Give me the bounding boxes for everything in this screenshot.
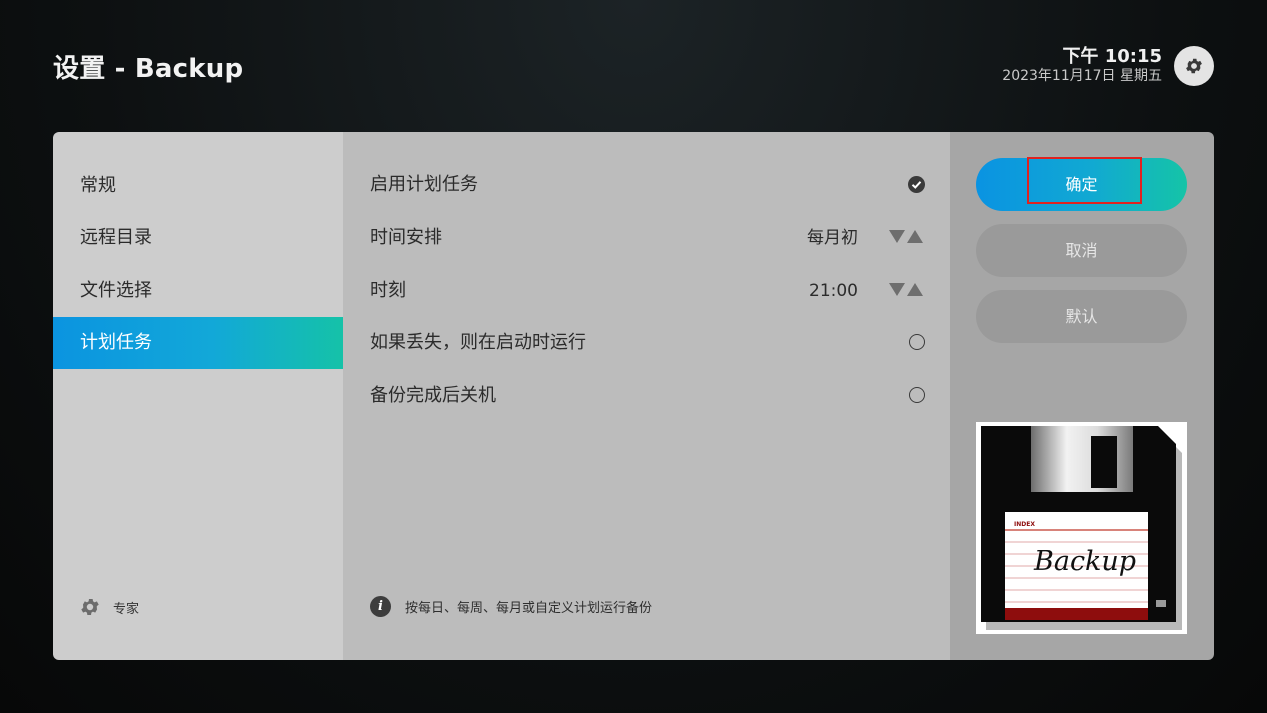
page-title: 设置 - Backup <box>53 54 244 84</box>
cancel-button[interactable]: 取消 <box>976 224 1187 277</box>
option-shutdown-after-backup[interactable]: 备份完成后关机 <box>343 370 950 422</box>
settings-button[interactable] <box>1174 46 1214 86</box>
settings-panel: 常规 远程目录 文件选择 计划任务 专家 启用计划任务 时间安排 每月初 时刻 … <box>53 132 1214 660</box>
checkbox-checked[interactable] <box>908 176 925 193</box>
gear-icon <box>1186 58 1202 74</box>
info-icon: i <box>370 596 391 617</box>
option-enable-schedule[interactable]: 启用计划任务 <box>343 159 950 211</box>
option-value: 21:00 <box>809 281 858 301</box>
index-label: INDEX <box>1014 521 1035 528</box>
increase-arrow-icon[interactable] <box>907 283 923 296</box>
sidebar-item-general[interactable]: 常规 <box>53 160 343 212</box>
sidebar-item-file-selection[interactable]: 文件选择 <box>53 265 343 317</box>
value-spinner <box>889 283 923 296</box>
radio-unchecked[interactable] <box>909 334 925 350</box>
decrease-arrow-icon[interactable] <box>889 230 905 243</box>
expert-mode-toggle[interactable]: 专家 <box>79 596 139 618</box>
sidebar-item-scheduling[interactable]: 计划任务 <box>53 317 343 369</box>
option-label: 备份完成后关机 <box>370 385 496 406</box>
clock: 下午 10:15 2023年11月17日 星期五 <box>1002 47 1162 85</box>
clock-time: 下午 10:15 <box>1062 46 1162 67</box>
option-label: 时间安排 <box>370 227 442 248</box>
sidebar: 常规 远程目录 文件选择 计划任务 专家 <box>53 132 343 660</box>
options-list: 启用计划任务 时间安排 每月初 时刻 21:00 如果丢失，则在启动时运行 备份… <box>343 132 950 660</box>
option-value: 每月初 <box>807 228 858 248</box>
sidebar-item-remote-directory[interactable]: 远程目录 <box>53 212 343 264</box>
option-run-on-startup-if-missed[interactable]: 如果丢失，则在启动时运行 <box>343 317 950 369</box>
option-label: 如果丢失，则在启动时运行 <box>370 332 586 353</box>
hint-text: 按每日、每周、每月或自定义计划运行备份 <box>405 601 653 616</box>
action-column: 确定 取消 默认 INDEX Backup <box>950 132 1214 660</box>
option-label: 时刻 <box>370 280 406 301</box>
floppy-disk-icon: INDEX Backup <box>981 426 1182 630</box>
expert-label: 专家 <box>113 601 140 617</box>
option-schedule[interactable]: 时间安排 每月初 <box>343 212 950 264</box>
hint-text-row: i 按每日、每周、每月或自定义计划运行备份 <box>370 596 652 617</box>
focus-highlight-box <box>1027 157 1142 204</box>
option-time[interactable]: 时刻 21:00 <box>343 265 950 317</box>
default-button[interactable]: 默认 <box>976 290 1187 343</box>
gear-icon <box>81 599 99 615</box>
value-spinner <box>889 230 923 243</box>
option-label: 启用计划任务 <box>370 174 478 195</box>
disk-label: Backup <box>1033 546 1136 577</box>
decrease-arrow-icon[interactable] <box>889 283 905 296</box>
checkmark-icon <box>911 181 922 189</box>
addon-thumbnail: INDEX Backup <box>976 422 1187 634</box>
radio-unchecked[interactable] <box>909 387 925 403</box>
clock-date: 2023年11月17日 星期五 <box>1002 68 1162 84</box>
increase-arrow-icon[interactable] <box>907 230 923 243</box>
